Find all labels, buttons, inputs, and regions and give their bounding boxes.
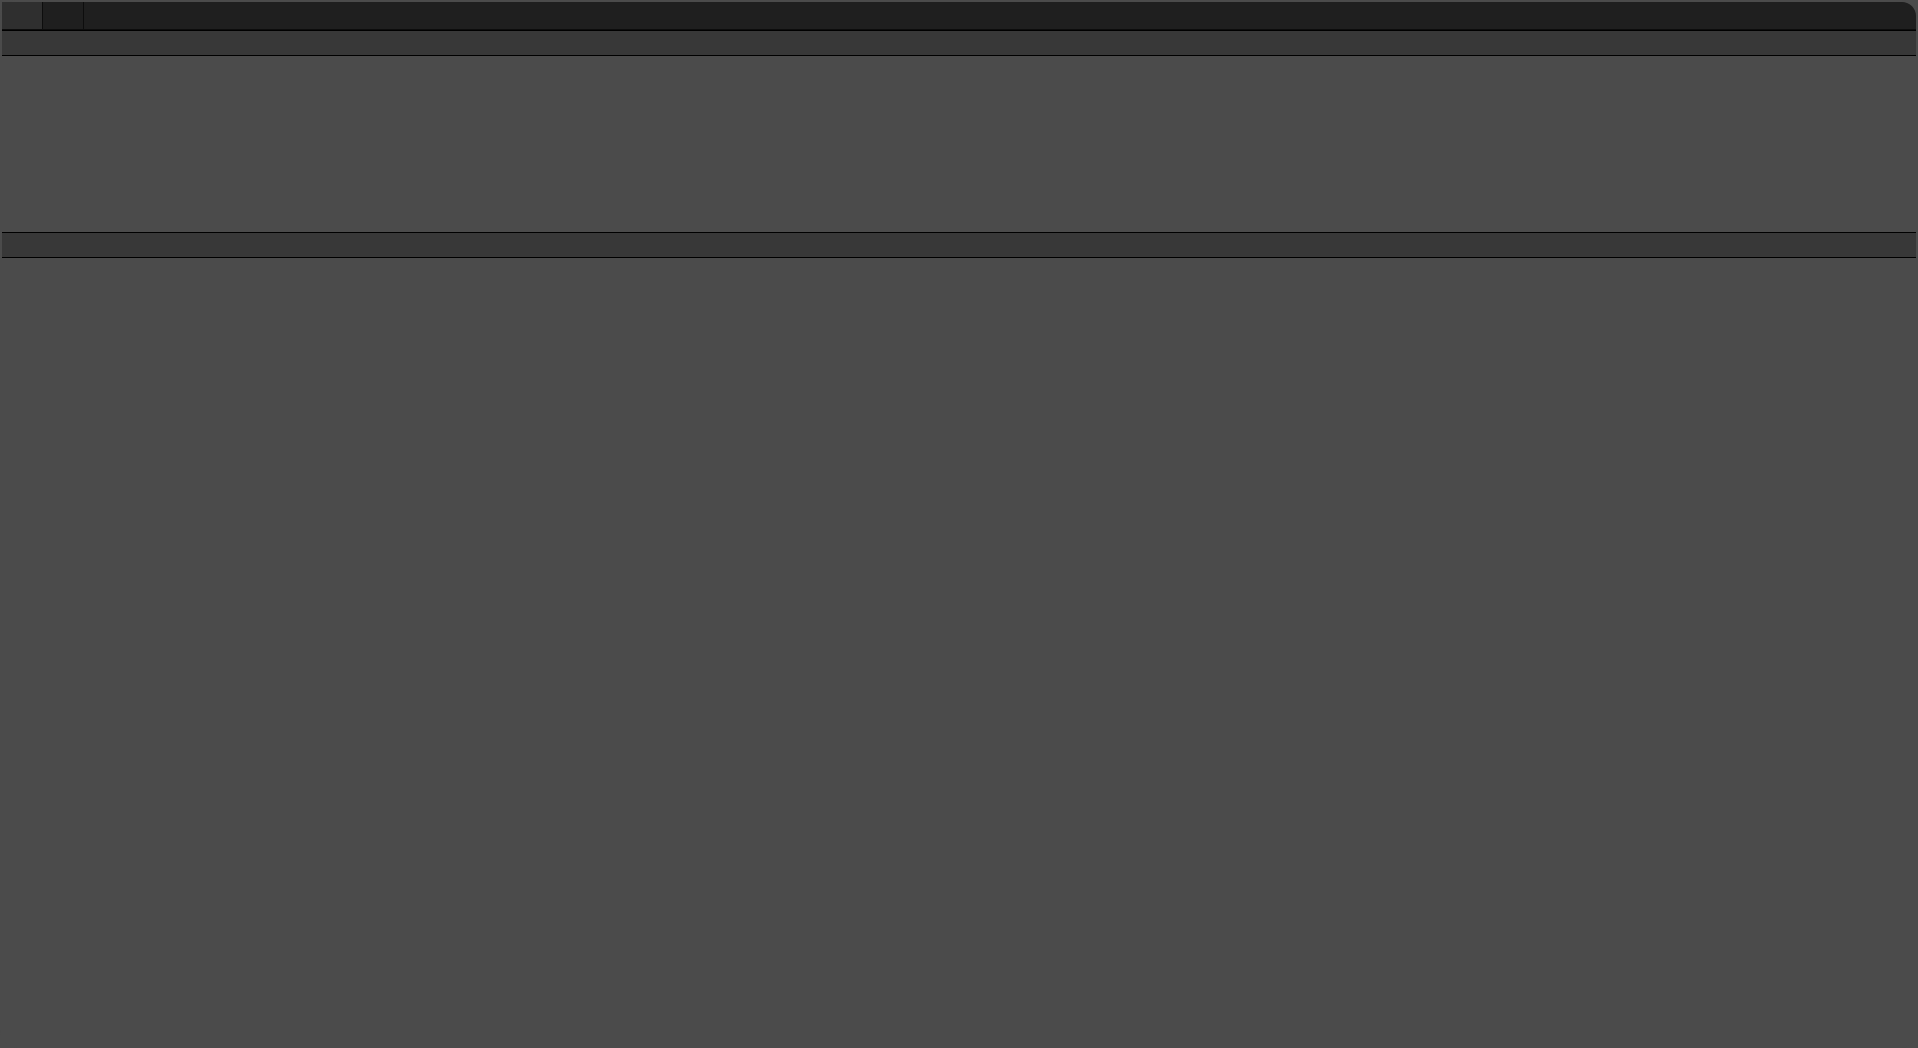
tab-people[interactable] xyxy=(2,2,43,29)
named-people-body xyxy=(2,56,1916,232)
named-people-header xyxy=(2,30,1916,56)
tab-unnamed-person[interactable] xyxy=(43,2,84,29)
app-root xyxy=(0,0,1918,1048)
unnamed-people-header xyxy=(2,232,1916,258)
tab-bar xyxy=(2,2,1916,30)
unnamed-people-body xyxy=(2,258,1916,1046)
